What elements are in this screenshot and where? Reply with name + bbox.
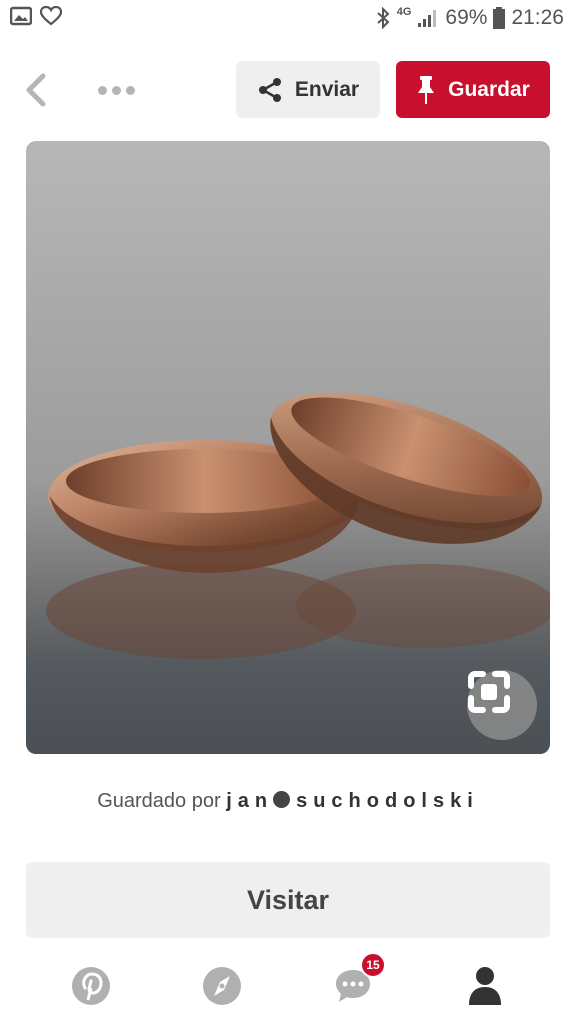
visit-button[interactable]: Visitar	[26, 862, 550, 938]
status-bar: 4G 69% 21:26	[0, 0, 576, 40]
status-left	[10, 6, 62, 26]
profile-icon	[469, 967, 501, 1005]
dot	[97, 85, 107, 95]
send-button[interactable]: Enviar	[236, 61, 380, 118]
status-right: 4G 69% 21:26	[375, 6, 564, 30]
home-icon	[72, 967, 110, 1005]
back-button[interactable]	[18, 70, 54, 110]
more-options-button[interactable]	[92, 76, 140, 104]
nav-explore[interactable]	[198, 962, 246, 1010]
user-separator-dot	[273, 791, 291, 808]
share-icon	[258, 77, 281, 102]
clock: 21:26	[511, 6, 564, 29]
signal-icon	[417, 8, 439, 28]
battery-icon	[493, 7, 506, 29]
user-first-name: jan	[226, 790, 274, 812]
messages-badge: 15	[360, 952, 386, 978]
wedding-rings-photo	[46, 392, 550, 659]
pin-action-bar: Enviar Guardar	[0, 56, 576, 124]
save-label: Guardar	[448, 77, 530, 101]
dot	[125, 85, 135, 95]
visual-search-button[interactable]	[467, 670, 537, 740]
nav-profile[interactable]	[461, 962, 509, 1010]
pin-image[interactable]	[26, 141, 550, 754]
chevron-left-icon	[26, 73, 46, 107]
gallery-icon	[10, 6, 32, 26]
visual-search-icon	[468, 671, 510, 713]
saved-by-user[interactable]: jan suchodolski	[226, 790, 479, 812]
bottom-navigation: 15	[0, 948, 576, 1024]
ring-reflection	[296, 564, 550, 648]
dot	[111, 85, 121, 95]
user-last-name: suchodolski	[296, 790, 479, 812]
heart-outline-icon	[40, 6, 62, 26]
bluetooth-icon	[375, 7, 391, 29]
pin-icon	[418, 75, 435, 104]
battery-percent: 69%	[445, 6, 488, 29]
save-button[interactable]: Guardar	[396, 61, 550, 118]
saved-by-prefix: Guardado por	[97, 790, 221, 812]
network-type: 4G	[396, 6, 412, 18]
send-label: Enviar	[294, 77, 360, 101]
saved-by: Guardado por jan suchodolski	[0, 790, 576, 813]
nav-home[interactable]	[67, 962, 115, 1010]
explore-icon	[203, 967, 241, 1005]
